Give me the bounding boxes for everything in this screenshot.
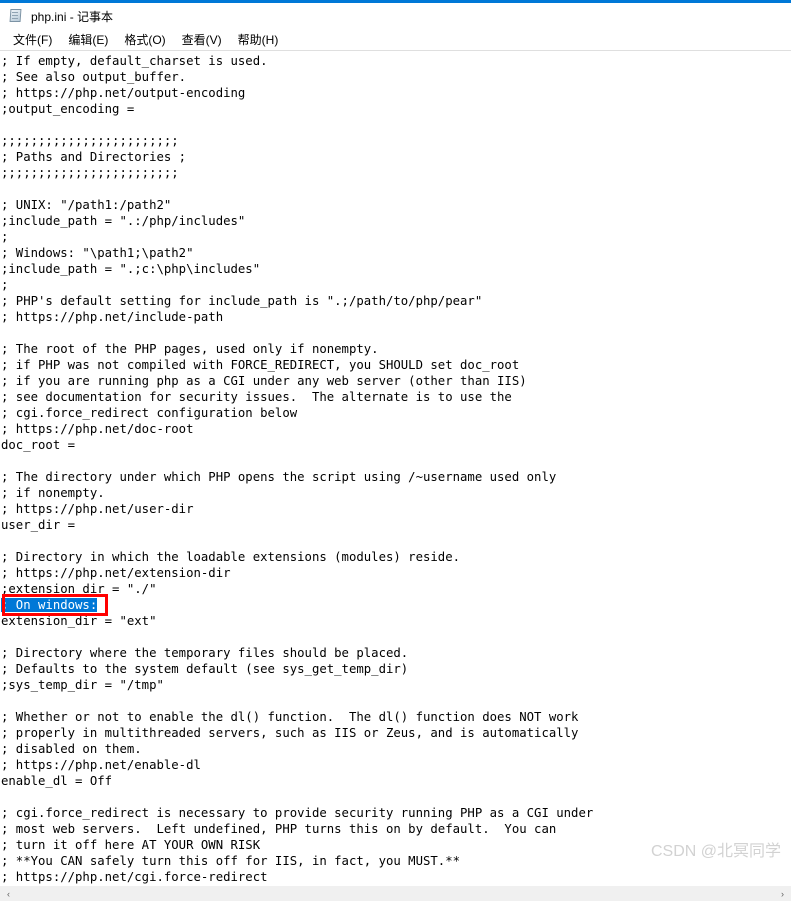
editor-line[interactable]: ; Defaults to the system default (see sy…	[1, 661, 791, 677]
editor-line[interactable]: ; most web servers. Left undefined, PHP …	[1, 821, 791, 837]
editor-line[interactable]: ;include_path = ".:/php/includes"	[1, 213, 791, 229]
editor-line[interactable]: ; disabled on them.	[1, 741, 791, 757]
editor-line[interactable]: ; The root of the PHP pages, used only i…	[1, 341, 791, 357]
editor-line[interactable]: ;;;;;;;;;;;;;;;;;;;;;;;;	[1, 133, 791, 149]
scroll-left-arrow-icon[interactable]: ‹	[0, 886, 17, 901]
editor-line[interactable]: ; Directory in which the loadable extens…	[1, 549, 791, 565]
scroll-right-arrow-icon[interactable]: ›	[774, 886, 791, 901]
editor-line[interactable]: ; Paths and Directories ;	[1, 149, 791, 165]
editor-line[interactable]: ; cgi.force_redirect configuration below	[1, 405, 791, 421]
editor-line[interactable]: ; properly in multithreaded servers, suc…	[1, 725, 791, 741]
editor-line[interactable]	[1, 325, 791, 341]
text-content[interactable]: ; If empty, default_charset is used.; Se…	[0, 53, 791, 885]
editor-line[interactable]: ; **You CAN safely turn this off for IIS…	[1, 853, 791, 869]
editor-line[interactable]: ; https://php.net/include-path	[1, 309, 791, 325]
editor-line[interactable]: ;;;;;;;;;;;;;;;;;;;;;;;;	[1, 165, 791, 181]
editor-line[interactable]: enable_dl = Off	[1, 773, 791, 789]
editor-line[interactable]: ; if nonempty.	[1, 485, 791, 501]
menu-edit[interactable]: 编辑(E)	[60, 29, 116, 51]
editor-line[interactable]: ;	[1, 229, 791, 245]
editor-line[interactable]	[1, 533, 791, 549]
editor-line[interactable]: ; if you are running php as a CGI under …	[1, 373, 791, 389]
editor-line[interactable]: user_dir =	[1, 517, 791, 533]
scrollbar-thumb[interactable]	[17, 886, 608, 901]
editor-area[interactable]: ; If empty, default_charset is used.; Se…	[0, 51, 791, 885]
notepad-icon	[8, 8, 24, 24]
editor-line[interactable]: ; The directory under which PHP opens th…	[1, 469, 791, 485]
editor-line[interactable]: ; If empty, default_charset is used.	[1, 53, 791, 69]
editor-line[interactable]: ;extension_dir = "./"	[1, 581, 791, 597]
editor-line[interactable]: ; https://php.net/user-dir	[1, 501, 791, 517]
editor-line[interactable]: ; see documentation for security issues.…	[1, 389, 791, 405]
editor-line[interactable]	[1, 453, 791, 469]
scrollbar-track[interactable]	[17, 886, 774, 901]
editor-line[interactable]: ; https://php.net/output-encoding	[1, 85, 791, 101]
editor-line[interactable]: ;include_path = ".;c:\php\includes"	[1, 261, 791, 277]
editor-line[interactable]: ; Whether or not to enable the dl() func…	[1, 709, 791, 725]
editor-line[interactable]: ; turn it off here AT YOUR OWN RISK	[1, 837, 791, 853]
editor-line[interactable]: ; https://php.net/enable-dl	[1, 757, 791, 773]
editor-line[interactable]: ;output_encoding =	[1, 101, 791, 117]
editor-line[interactable]: ; https://php.net/extension-dir	[1, 565, 791, 581]
editor-line[interactable]: ; Directory where the temporary files sh…	[1, 645, 791, 661]
notepad-window: php.ini - 记事本 文件(F) 编辑(E) 格式(O) 查看(V) 帮助…	[0, 0, 791, 901]
editor-line[interactable]: ; UNIX: "/path1:/path2"	[1, 197, 791, 213]
title-bar[interactable]: php.ini - 记事本	[0, 3, 791, 29]
window-title: php.ini - 记事本	[31, 9, 114, 24]
editor-line[interactable]: ; On windows:	[1, 597, 791, 613]
editor-line[interactable]	[1, 693, 791, 709]
editor-line[interactable]: extension_dir = "ext"	[1, 613, 791, 629]
menu-view[interactable]: 查看(V)	[174, 29, 230, 51]
menu-bar: 文件(F) 编辑(E) 格式(O) 查看(V) 帮助(H)	[0, 29, 791, 50]
editor-line[interactable]: ; if PHP was not compiled with FORCE_RED…	[1, 357, 791, 373]
horizontal-scrollbar[interactable]: ‹ ›	[0, 885, 791, 901]
menu-help[interactable]: 帮助(H)	[230, 29, 287, 51]
editor-line[interactable]: ; See also output_buffer.	[1, 69, 791, 85]
editor-line[interactable]: ; PHP's default setting for include_path…	[1, 293, 791, 309]
editor-line[interactable]	[1, 629, 791, 645]
editor-line[interactable]: doc_root =	[1, 437, 791, 453]
editor-line[interactable]	[1, 117, 791, 133]
selected-text[interactable]: ; On windows:	[1, 598, 98, 612]
editor-line[interactable]	[1, 789, 791, 805]
editor-line[interactable]: ; Windows: "\path1;\path2"	[1, 245, 791, 261]
menu-file[interactable]: 文件(F)	[5, 29, 60, 51]
editor-line[interactable]: ;sys_temp_dir = "/tmp"	[1, 677, 791, 693]
editor-line[interactable]: ; https://php.net/cgi.force-redirect	[1, 869, 791, 885]
editor-line[interactable]: ;	[1, 277, 791, 293]
editor-line[interactable]: ; https://php.net/doc-root	[1, 421, 791, 437]
editor-line[interactable]: ; cgi.force_redirect is necessary to pro…	[1, 805, 791, 821]
menu-format[interactable]: 格式(O)	[116, 29, 173, 51]
editor-line[interactable]	[1, 181, 791, 197]
